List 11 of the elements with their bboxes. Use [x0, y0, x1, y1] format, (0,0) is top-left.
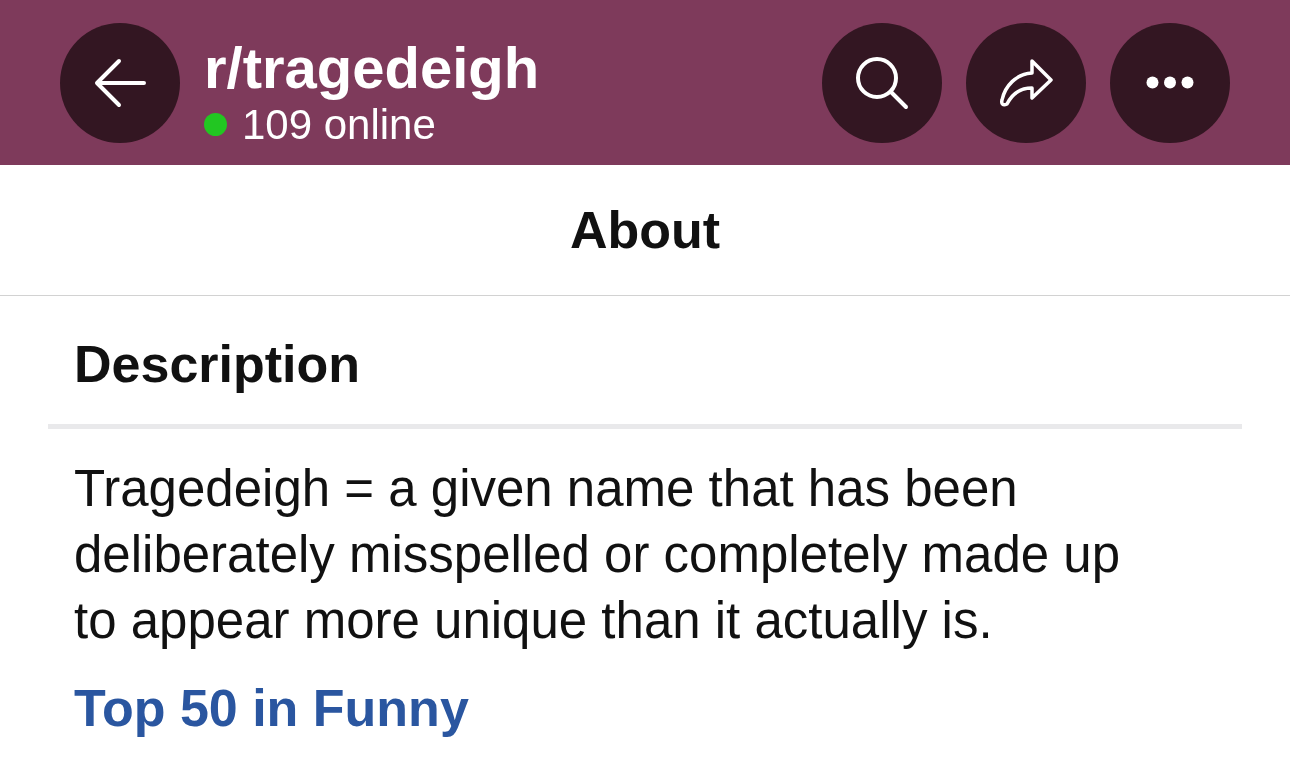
- online-status-dot-icon: [204, 113, 227, 136]
- subreddit-title: r/tragedeigh: [204, 35, 540, 100]
- share-arrow-icon: [997, 57, 1055, 108]
- page-title: About: [569, 200, 721, 260]
- search-icon: [854, 54, 910, 111]
- online-count: 109 online: [242, 100, 436, 150]
- back-arrow-icon: [94, 57, 146, 108]
- description-text: Tragedeigh = a given name that has been deliberately misspelled or completely made up to appear more unique than it actually is.: [73, 459, 1122, 651]
- more-dots-icon: [1146, 76, 1194, 89]
- ranking-link[interactable]: Top 50 in Funny: [74, 678, 469, 738]
- section-heading: Description: [74, 334, 361, 394]
